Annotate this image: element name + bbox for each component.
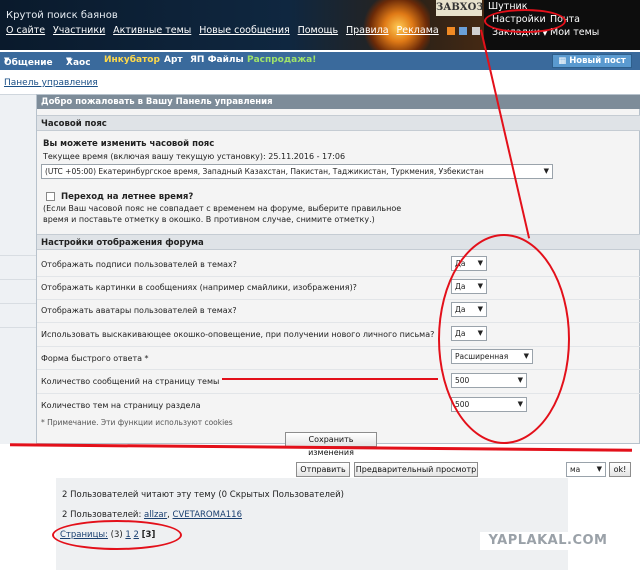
user-link-cvetaroma[interactable]: CVETAROMA116 xyxy=(173,510,242,520)
new-post-button[interactable]: ▦ Новый пост xyxy=(552,54,632,68)
main-menu: Общение ▼ Хаос ▼ Инкубатор Арт ЯП Файлы … xyxy=(0,52,640,70)
readers-line: 2 Пользователей читают эту тему (0 Скрыт… xyxy=(62,490,344,500)
yaplakal-watermark: YAPLAKAL.COM xyxy=(480,532,616,550)
chevron-down-icon: ▼ xyxy=(543,167,549,175)
top-navigation: О сайте Участники Активные темы Новые со… xyxy=(6,25,482,36)
panel-title: Добро пожаловать в Вашу Панель управлени… xyxy=(37,95,640,109)
nav-members[interactable]: Участники xyxy=(53,25,105,36)
timezone-select[interactable]: (UTC +05:00) Екатеринбургское время, Зап… xyxy=(41,164,553,179)
nav-new-messages[interactable]: Новые сообщения xyxy=(199,25,290,36)
new-post-icon: ▦ xyxy=(558,56,570,66)
rss-icon[interactable] xyxy=(446,26,455,35)
nav-rules[interactable]: Правила xyxy=(346,25,389,36)
menu-chaos[interactable]: Хаос ▼ xyxy=(66,55,91,68)
annotation-ellipse-pages xyxy=(52,520,182,550)
site-title: Крутой поиск баянов xyxy=(6,10,118,21)
preview-button[interactable]: Предварительный просмотр xyxy=(354,462,478,477)
dst-checkbox[interactable] xyxy=(46,192,55,201)
active-users-line: 2 Пользователей: allzar, CVETAROMA116 xyxy=(62,510,242,520)
breadcrumb[interactable]: Панель управления xyxy=(4,78,98,88)
setting-label-quick-reply: Форма быстрого ответа * xyxy=(41,354,149,363)
dst-note-line-2: время и поставьте отметку в окошко. В пр… xyxy=(43,215,375,224)
annotation-ellipse-options xyxy=(438,234,570,444)
setting-label-images: Отображать картинки в сообщениях (наприм… xyxy=(41,283,357,292)
annotation-underline-posts xyxy=(222,378,438,380)
forum-jump-select[interactable]: ма ▼ xyxy=(566,462,606,477)
nav-ads[interactable]: Реклама xyxy=(397,25,439,36)
divider xyxy=(0,279,36,280)
timezone-section-head: Часовой пояс xyxy=(37,115,640,131)
menu-art[interactable]: Арт xyxy=(164,55,183,65)
display-section-head: Настройки отображения форума xyxy=(37,234,640,250)
send-button[interactable]: Отправить xyxy=(296,462,350,477)
setting-label-posts-per-page: Количество сообщений на страницу темы xyxy=(41,377,220,386)
nav-help[interactable]: Помощь xyxy=(298,25,338,36)
dst-note-line-1: (Если Ваш часовой пояс не совпадает с вр… xyxy=(43,204,402,213)
setting-label-topics-per-page: Количество тем на страницу раздела xyxy=(41,401,201,410)
save-changes-button[interactable]: Сохранить изменения xyxy=(285,432,377,457)
setting-label-avatars: Отображать аватары пользователей в темах… xyxy=(41,306,237,315)
nav-active-topics[interactable]: Активные темы xyxy=(113,25,191,36)
menu-sale[interactable]: Распродажа! xyxy=(247,55,316,65)
current-time: Текущее время (включая вашу текущую уста… xyxy=(43,152,346,161)
cookie-note: * Примечание. Эти функции используют coo… xyxy=(41,418,233,427)
setting-label-signatures: Отображать подписи пользователей в темах… xyxy=(41,260,237,269)
divider xyxy=(0,327,36,328)
annotation-ellipse-settings xyxy=(484,9,566,33)
ok-button[interactable]: ok! xyxy=(609,462,631,477)
header-logo: ЗАВХОЗ xyxy=(436,0,484,16)
user-link-allzar[interactable]: allzar xyxy=(144,510,167,520)
mail-icon[interactable] xyxy=(459,26,468,35)
divider xyxy=(0,255,36,256)
divider xyxy=(0,303,36,304)
timezone-heading: Вы можете изменить часовой пояс xyxy=(43,139,215,149)
nav-about[interactable]: О сайте xyxy=(6,25,45,36)
menu-files[interactable]: ЯП Файлы xyxy=(190,55,244,65)
menu-general[interactable]: Общение ▼ xyxy=(4,55,53,68)
left-sidebar xyxy=(0,94,36,444)
my-topics-link[interactable]: Мои темы xyxy=(550,27,599,38)
chevron-down-icon: ▼ xyxy=(596,465,602,473)
menu-incubator[interactable]: Инкубатор xyxy=(104,55,160,65)
dst-label: Переход на летнее время? xyxy=(61,192,194,202)
setting-label-popup: Использовать выскакивающее окошко-оповещ… xyxy=(41,330,435,339)
